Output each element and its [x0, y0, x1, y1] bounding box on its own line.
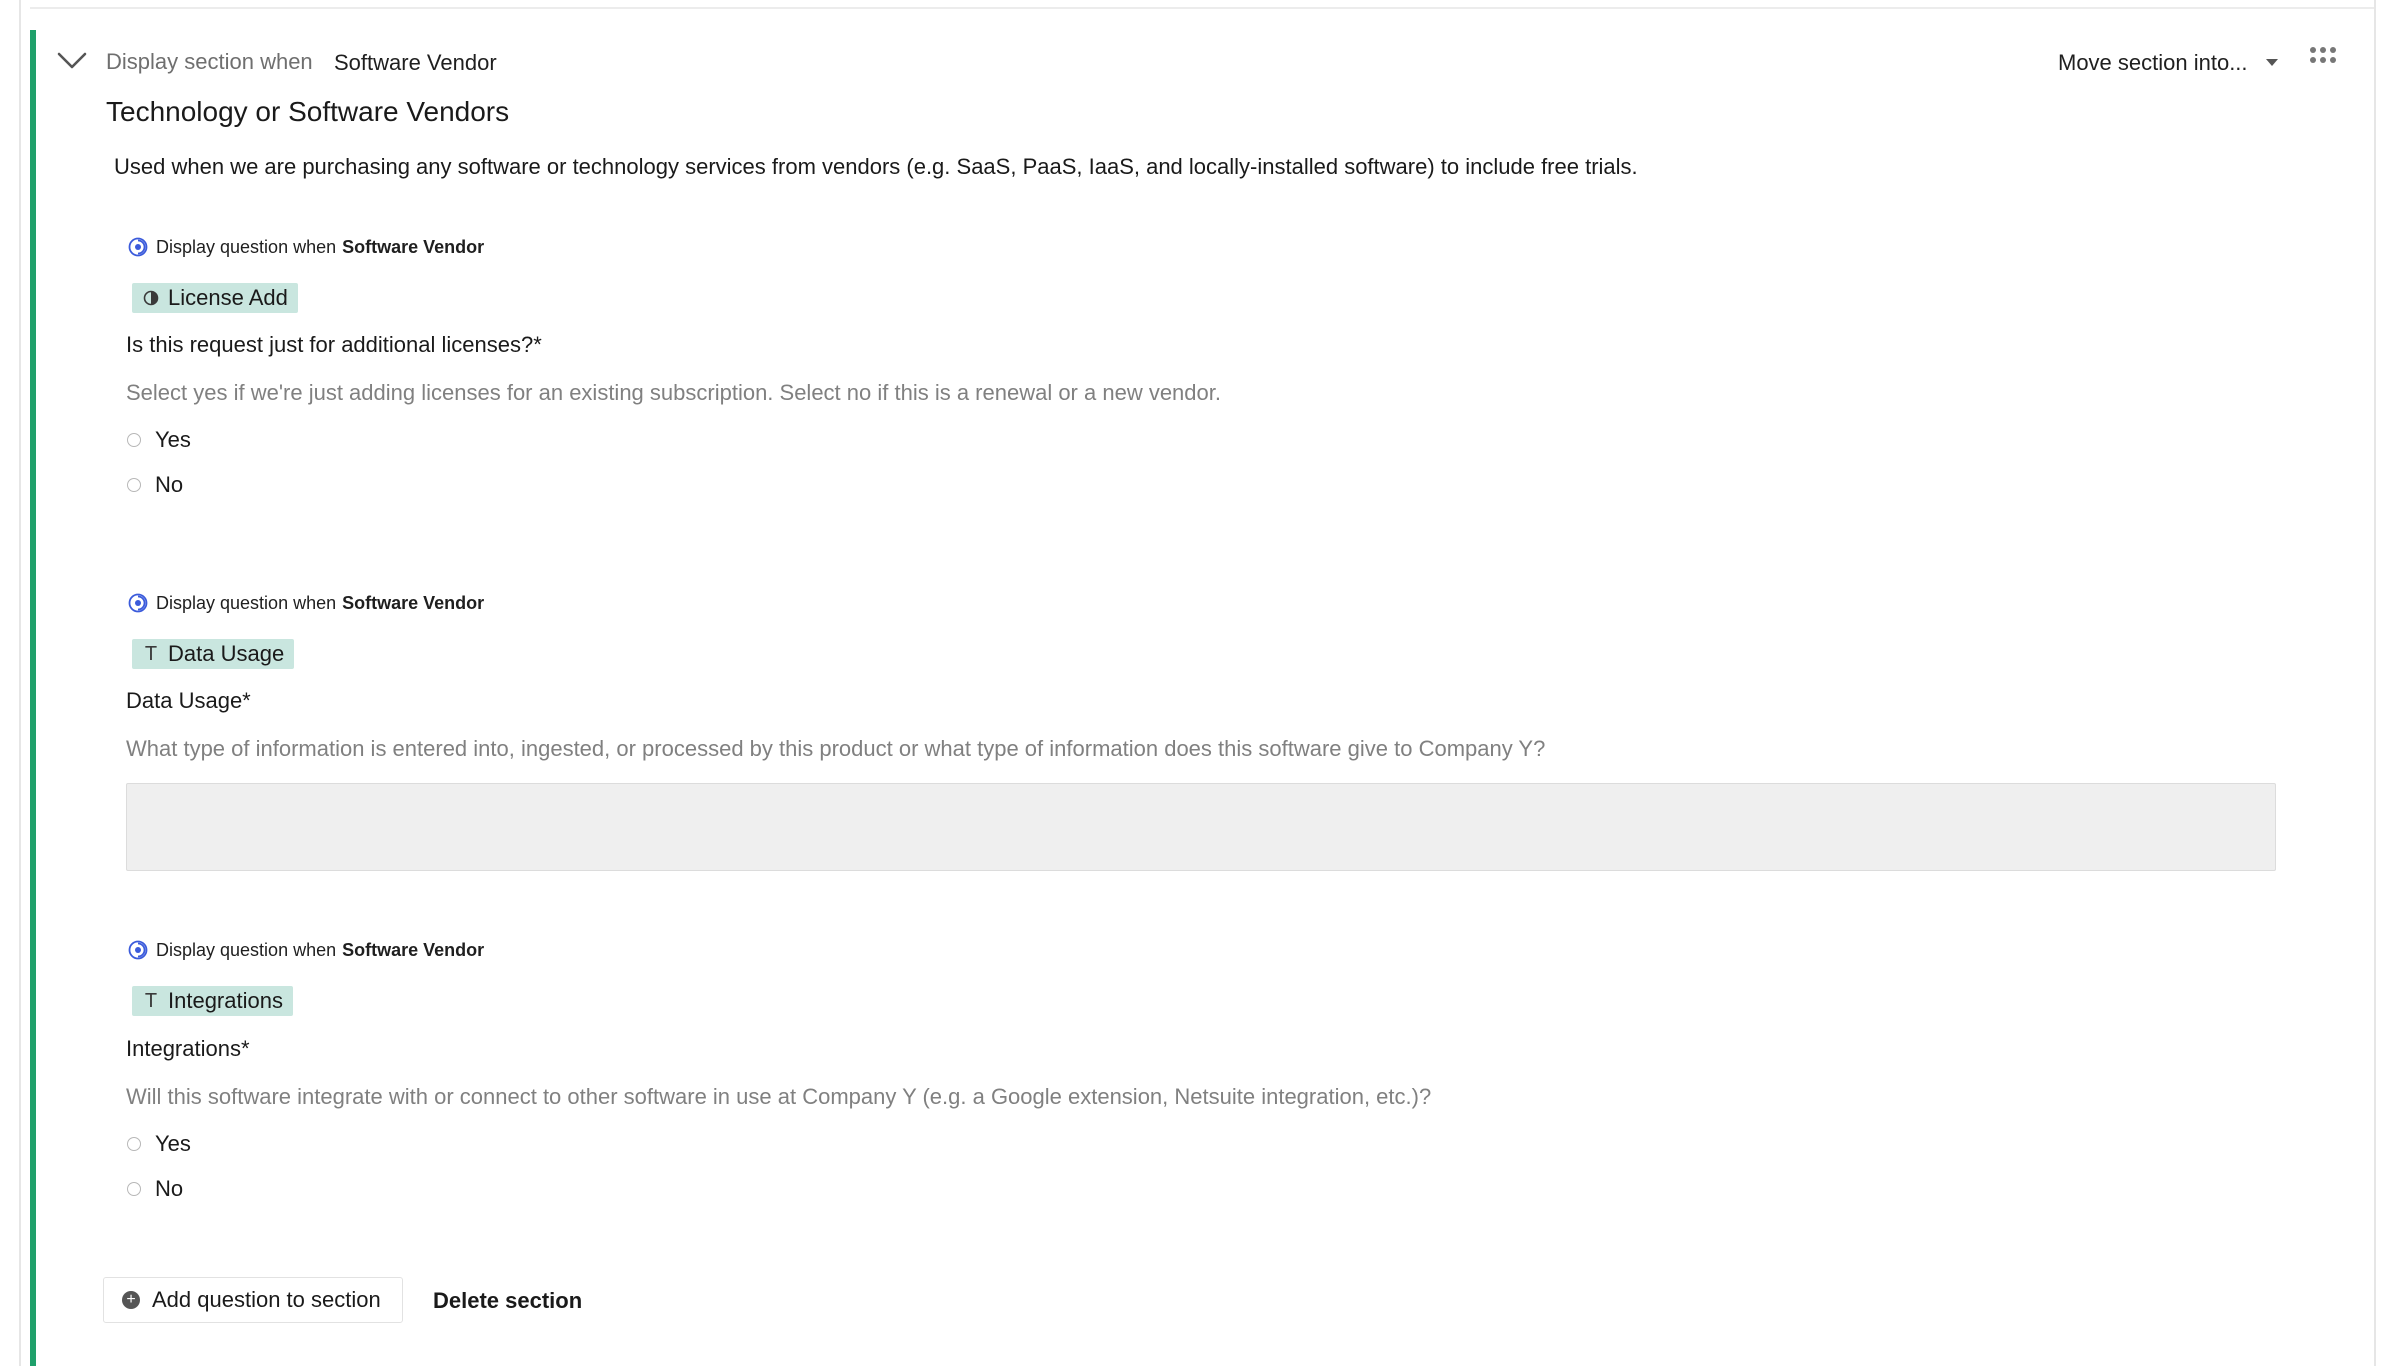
question-condition-label: Display question when	[156, 236, 337, 257]
question-tag[interactable]: License Add	[132, 283, 298, 313]
question-label: Data Usage*	[126, 688, 251, 713]
question-label: Integrations*	[126, 1036, 250, 1061]
question-tag[interactable]: T Integrations	[132, 986, 293, 1016]
radio-label: Yes	[155, 427, 191, 452]
page: Display section when Software Vendor Mov…	[0, 0, 2406, 1366]
text-icon: T	[144, 642, 158, 665]
right-divider	[2374, 0, 2376, 1366]
question-condition-label: Display question when	[156, 939, 337, 960]
section-accent-bar	[30, 30, 36, 1366]
collapse-chevron-icon[interactable]	[56, 50, 88, 72]
question-tag[interactable]: T Data Usage	[132, 639, 295, 669]
radio-label: No	[155, 1176, 184, 1201]
conditional-logic-icon	[128, 593, 148, 613]
question-condition-label: Display question when	[156, 592, 337, 613]
radio-button[interactable]	[127, 1137, 141, 1151]
section-condition-value[interactable]: Software Vendor	[334, 50, 497, 76]
question-help-text: Select yes if we're just adding licenses…	[126, 380, 1221, 405]
conditional-logic-icon	[128, 940, 148, 960]
radio-option-no[interactable]: No	[127, 1176, 183, 1202]
left-divider	[19, 0, 21, 1366]
caret-down-icon	[2265, 58, 2278, 66]
radio-label: Yes	[155, 1131, 191, 1156]
add-question-label: Add question to section	[152, 1287, 381, 1312]
conditional-logic-icon	[128, 237, 148, 257]
plus-circle-icon: +	[122, 1291, 140, 1309]
radio-button[interactable]	[127, 1182, 141, 1196]
question-help-text: What type of information is entered into…	[126, 736, 1546, 761]
question-tag-label: Integrations	[168, 988, 283, 1013]
delete-section-button[interactable]: Delete section	[433, 1288, 582, 1314]
radio-button[interactable]	[127, 433, 141, 447]
add-question-button[interactable]: + Add question to section	[103, 1277, 403, 1323]
text-icon: T	[144, 989, 158, 1012]
question-condition-value[interactable]: Software Vendor	[342, 237, 484, 258]
question-condition: Display question when Software Vendor	[127, 592, 484, 614]
radio-option-yes[interactable]: Yes	[127, 1131, 191, 1157]
move-section-label: Move section into...	[2058, 50, 2248, 75]
radio-option-no[interactable]: No	[127, 472, 183, 498]
half-circle-icon	[142, 290, 160, 306]
question-tag-label: Data Usage	[168, 641, 285, 666]
radio-button[interactable]	[127, 478, 141, 492]
data-usage-textarea[interactable]	[126, 783, 2276, 871]
section-description[interactable]: Used when we are purchasing any software…	[114, 154, 1638, 180]
question-condition-value[interactable]: Software Vendor	[342, 593, 484, 614]
radio-label: No	[155, 472, 184, 497]
question-help-text: Will this software integrate with or con…	[126, 1084, 1432, 1109]
question-condition-value[interactable]: Software Vendor	[342, 940, 484, 961]
section-condition-label: Display section when	[106, 49, 313, 74]
more-options-icon[interactable]	[2308, 45, 2338, 72]
question-tag-label: License Add	[168, 285, 288, 310]
section-card: Display section when Software Vendor Mov…	[30, 30, 2372, 1366]
question-condition: Display question when Software Vendor	[127, 236, 484, 258]
top-divider	[30, 7, 2374, 9]
question-condition: Display question when Software Vendor	[127, 939, 484, 961]
move-section-dropdown[interactable]: Move section into...	[2058, 50, 2278, 76]
section-title[interactable]: Technology or Software Vendors	[106, 96, 509, 128]
question-label: Is this request just for additional lice…	[126, 332, 542, 357]
radio-option-yes[interactable]: Yes	[127, 427, 191, 453]
